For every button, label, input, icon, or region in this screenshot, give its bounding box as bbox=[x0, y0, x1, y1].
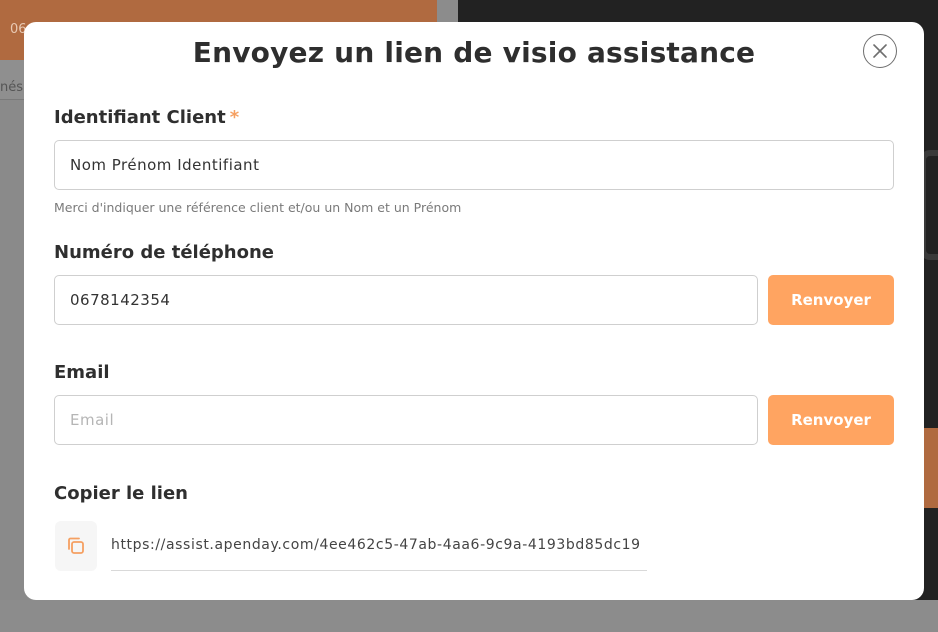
link-underline bbox=[111, 570, 647, 571]
resend-sms-button[interactable]: Renvoyer bbox=[768, 275, 894, 325]
copy-link-button[interactable] bbox=[55, 521, 97, 571]
email-label: Email bbox=[54, 362, 110, 383]
assist-link-url[interactable]: https://assist.apenday.com/4ee462c5-47ab… bbox=[111, 537, 641, 553]
required-asterisk: * bbox=[229, 107, 240, 128]
client-id-hint: Merci d'indiquer une référence client et… bbox=[54, 200, 462, 215]
visio-link-modal: Envoyez un lien de visio assistance Iden… bbox=[24, 22, 924, 600]
copy-link-label: Copier le lien bbox=[54, 483, 188, 504]
client-id-input[interactable] bbox=[54, 140, 894, 190]
modal-title: Envoyez un lien de visio assistance bbox=[192, 36, 756, 69]
email-input[interactable] bbox=[54, 395, 758, 445]
close-icon bbox=[873, 44, 887, 58]
client-id-label-text: Identifiant Client bbox=[54, 107, 226, 128]
copy-icon bbox=[68, 537, 84, 554]
phone-label: Numéro de téléphone bbox=[54, 242, 274, 263]
resend-email-button[interactable]: Renvoyer bbox=[768, 395, 894, 445]
background-bottom bbox=[0, 600, 938, 632]
background-strip-text: nés bbox=[0, 80, 24, 95]
phone-input[interactable] bbox=[54, 275, 758, 325]
close-button[interactable] bbox=[863, 34, 897, 68]
client-id-label: Identifiant Client * bbox=[54, 107, 239, 128]
